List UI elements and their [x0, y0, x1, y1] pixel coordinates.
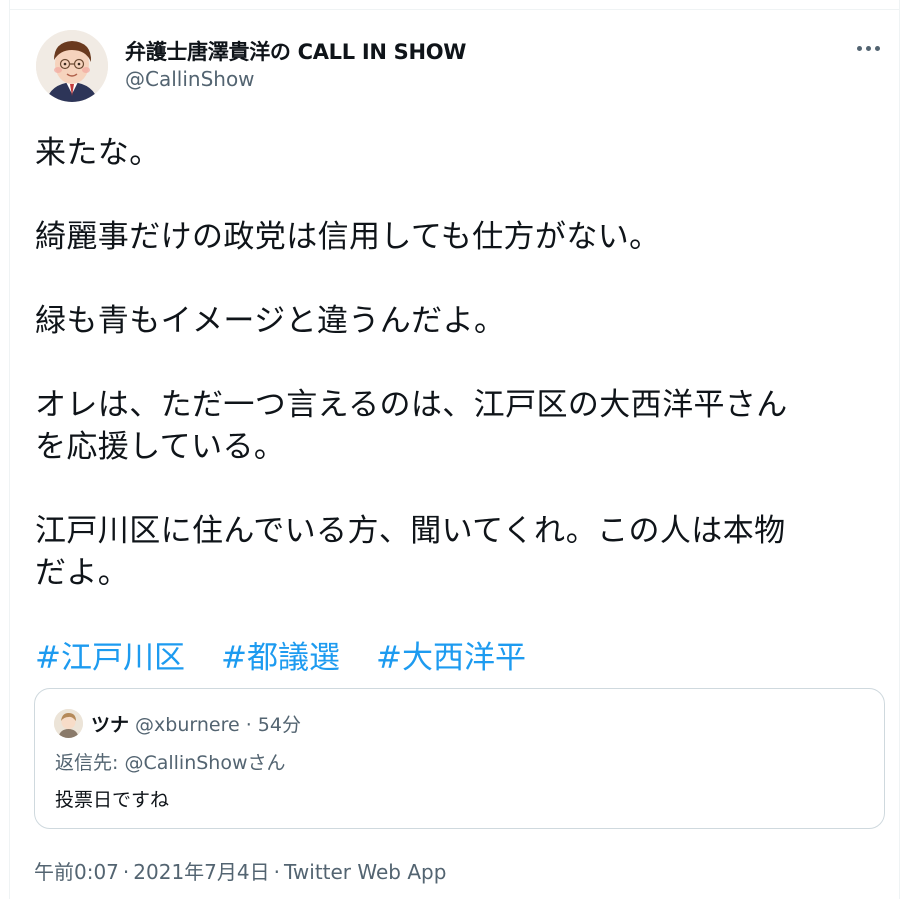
reply-handle: @CallinShow — [124, 752, 248, 774]
quote-author-avatar[interactable] — [54, 709, 83, 738]
more-dot-icon — [856, 45, 862, 51]
tweet-source-link[interactable]: Twitter Web App — [284, 860, 446, 884]
quote-text: 投票日ですね — [55, 789, 170, 811]
hashtag-link[interactable]: #都議選 — [221, 640, 340, 676]
reply-prefix: 返信先: — [55, 752, 119, 774]
tweet-card: 弁護士唐澤貴洋の CALL IN SHOW @CallinShow 来たな。 綺… — [9, 10, 900, 899]
author-handle[interactable]: @CallinShow — [125, 67, 255, 91]
hashtag-link[interactable]: #大西洋平 — [376, 640, 526, 676]
tweet-date-link[interactable]: 2021年7月4日 — [133, 860, 269, 884]
quote-header: ツナ @xburnere · 54分 — [91, 710, 301, 737]
author-name[interactable]: 弁護士唐澤貴洋の CALL IN SHOW — [125, 36, 466, 66]
reply-suffix: さん — [247, 752, 286, 774]
separator: · — [122, 860, 130, 884]
hashtag-link[interactable]: #江戸川区 — [35, 640, 185, 676]
more-dot-icon — [874, 45, 880, 51]
quote-avatar-illustration — [54, 709, 83, 738]
quoted-tweet[interactable]: ツナ @xburnere · 54分 返信先: @CallinShowさん 投票日… — [34, 688, 885, 829]
hashtag-row: #江戸川区 #都議選 #大西洋平 — [35, 637, 562, 679]
tweet-page: 弁護士唐澤貴洋の CALL IN SHOW @CallinShow 来たな。 綺… — [0, 0, 909, 899]
tweet-time-link[interactable]: 午前0:07 — [34, 860, 119, 884]
author-avatar[interactable] — [36, 30, 108, 102]
tweet-timestamp: 午前0:07 · 2021年7月4日 · Twitter Web App — [34, 856, 446, 885]
quote-author-meta: @xburnere · 54分 — [135, 714, 301, 736]
quote-author-name[interactable]: ツナ — [91, 714, 129, 736]
separator: · — [273, 860, 280, 884]
quote-reply-context: 返信先: @CallinShowさん — [55, 748, 286, 775]
timeline-divider — [9, 0, 900, 10]
more-options-button[interactable] — [846, 34, 890, 62]
more-dot-icon — [865, 45, 871, 51]
tweet-text: 来たな。 綺麗事だけの政党は信用しても仕方がない。 緑も青もイメージと違うんだよ… — [35, 135, 788, 591]
avatar-illustration — [36, 30, 108, 102]
